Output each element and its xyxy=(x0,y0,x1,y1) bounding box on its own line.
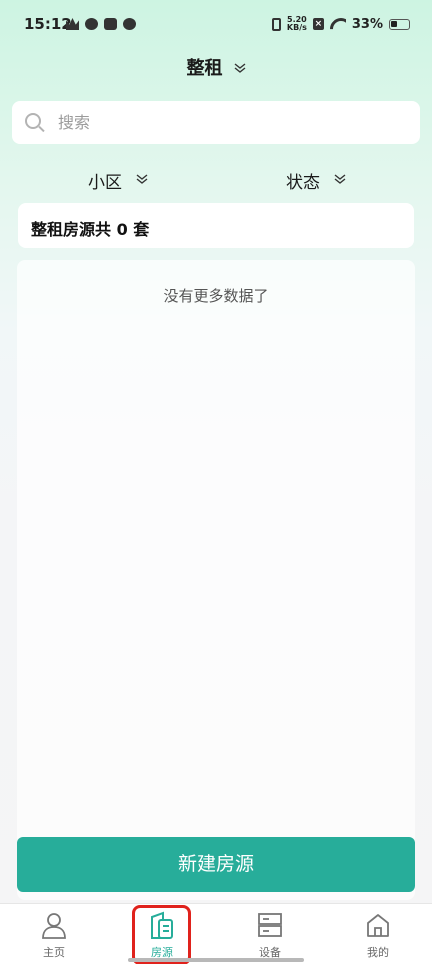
tab-mine[interactable]: 我的 xyxy=(324,904,432,964)
community-filter-label: 小区 xyxy=(88,173,122,193)
community-filter[interactable]: 小区 xyxy=(88,168,148,193)
wifi-icon xyxy=(330,18,346,30)
crown-icon xyxy=(66,18,79,30)
add-listing-button[interactable]: 新建房源 xyxy=(17,837,415,892)
status-filter-label: 状态 xyxy=(286,173,320,193)
chevron-down-icon xyxy=(136,174,148,187)
wechat-icon xyxy=(123,18,136,30)
vibrate-icon xyxy=(271,17,281,31)
battery-percent: 33% xyxy=(351,16,383,32)
no-sim-icon: × xyxy=(312,18,324,30)
notification-icons xyxy=(66,18,136,30)
home-icon xyxy=(364,911,392,939)
tab-mine-label: 我的 xyxy=(367,946,389,959)
search-icon xyxy=(25,113,41,129)
user-icon xyxy=(40,911,68,939)
message-icon xyxy=(104,18,117,30)
status-time: 15:12 xyxy=(24,15,72,33)
app-notification-icon xyxy=(85,18,98,30)
tab-home-label: 主页 xyxy=(43,946,65,959)
home-indicator[interactable] xyxy=(128,958,304,962)
tab-devices[interactable]: 设备 xyxy=(216,904,324,964)
status-right: 5.20 KB/s × 33% xyxy=(271,16,410,32)
selection-highlight xyxy=(132,905,191,964)
device-icon xyxy=(256,911,284,939)
page-title: 整租 xyxy=(186,58,223,79)
network-speed: 5.20 KB/s xyxy=(287,16,307,32)
search-input[interactable] xyxy=(58,101,408,144)
chevron-down-icon xyxy=(334,174,346,187)
bottom-tab-bar: 主页 房源 设备 我的 xyxy=(0,903,432,964)
network-speed-unit: KB/s xyxy=(286,23,307,32)
listing-list[interactable]: 没有更多数据了 xyxy=(17,260,415,900)
listing-count: 整租房源共 0 套 xyxy=(31,220,150,239)
battery-icon xyxy=(389,18,410,30)
empty-state-text: 没有更多数据了 xyxy=(163,287,269,305)
search-bar[interactable] xyxy=(12,101,420,144)
title-selector[interactable]: 整租 xyxy=(0,54,432,80)
chevron-down-icon xyxy=(234,63,246,76)
tab-home[interactable]: 主页 xyxy=(0,904,108,964)
summary-card: 整租房源共 0 套 xyxy=(18,203,414,248)
status-bar: 15:12 5.20 KB/s × 33% xyxy=(0,0,432,50)
status-filter[interactable]: 状态 xyxy=(286,168,346,193)
